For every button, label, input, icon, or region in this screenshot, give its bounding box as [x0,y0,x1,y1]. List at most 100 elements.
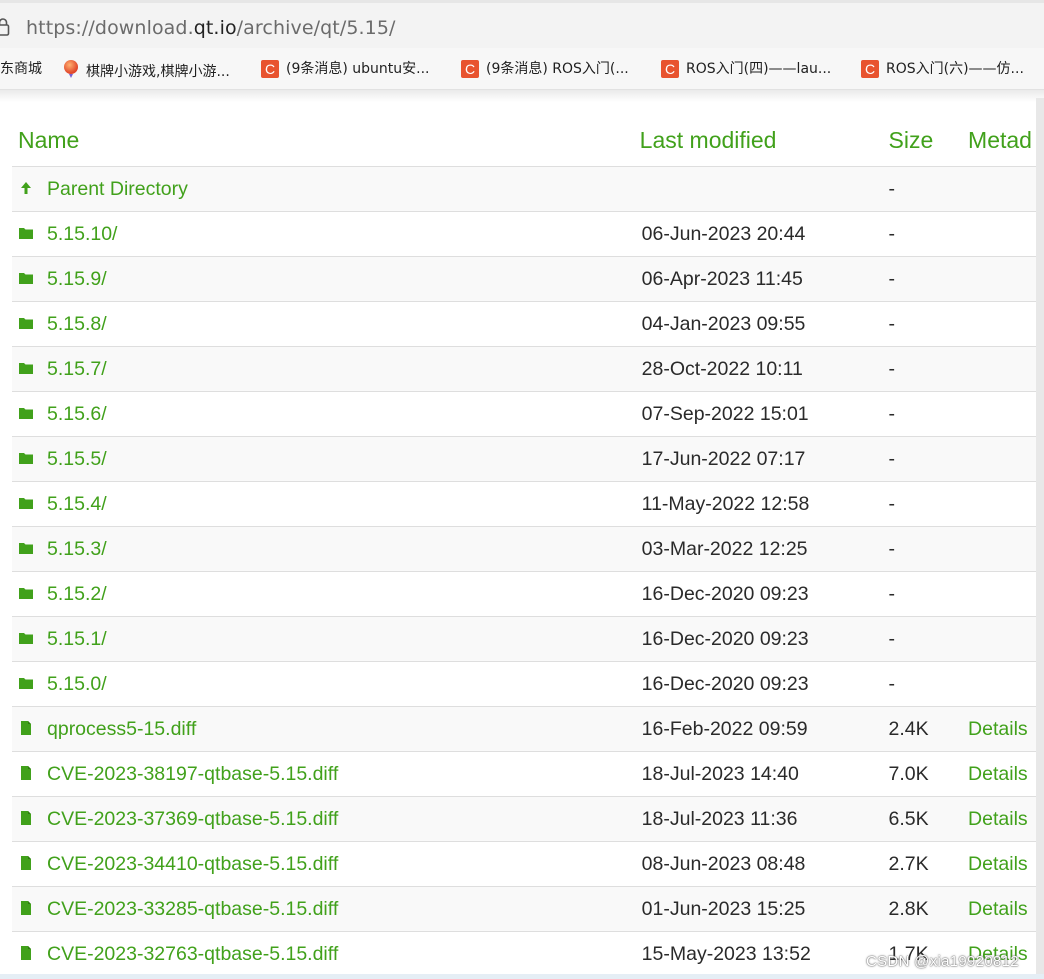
bookmark-item[interactable]: 东商城 [0,59,42,79]
entry-link[interactable]: 5.15.4/ [47,493,107,515]
details-link[interactable]: Details [968,808,1028,830]
cell-size: - [888,526,969,572]
cell-name: qprocess5-15.diff [12,706,640,752]
table-row: 5.15.8/04-Jan-2023 09:55- [12,301,1036,347]
bookmark-label: (9条消息) ubuntu安... [286,61,430,77]
bookmark-item[interactable]: C (9条消息) ubuntu安... [261,59,430,79]
table-row: 5.15.0/16-Dec-2020 09:23- [12,661,1036,707]
cell-last-modified: 06-Jun-2023 20:44 [639,211,889,257]
column-header-name[interactable]: Name [12,115,640,167]
bookmark-label: (9条消息) ROS入门(... [486,61,629,77]
page-top-shade [0,90,1044,102]
address-bar[interactable]: https://download.qt.io/archive/qt/5.15/ [0,0,1044,48]
bookmark-item[interactable]: 棋牌小游戏,棋牌小游... [62,59,230,80]
table-row: 5.15.2/16-Dec-2020 09:23- [12,571,1036,617]
cell-name: CVE-2023-32763-qtbase-5.15.diff [12,931,640,977]
url-host: qt.io [193,17,237,39]
csdn-icon: C [461,60,479,78]
cell-metadata: Details [968,886,1036,932]
cell-name: CVE-2023-37369-qtbase-5.15.diff [12,796,640,842]
file-icon [18,898,47,920]
cell-metadata [968,391,1036,437]
bookmark-item[interactable]: C (9条消息) ROS入门(... [461,59,629,79]
cell-metadata: Details [968,706,1036,752]
cell-name: CVE-2023-38197-qtbase-5.15.diff [12,751,640,797]
entry-link[interactable]: CVE-2023-38197-qtbase-5.15.diff [47,763,338,785]
cell-name: 5.15.5/ [12,436,640,482]
vertical-scrollbar[interactable] [1036,98,1044,979]
entry-link[interactable]: 5.15.1/ [47,628,107,650]
cell-name: Parent Directory [12,166,640,212]
url-path: /archive/qt/5.15/ [236,17,396,39]
table-row: 5.15.3/03-Mar-2022 12:25- [12,526,1036,572]
url-text[interactable]: https://download.qt.io/archive/qt/5.15/ [26,17,396,39]
details-link[interactable]: Details [968,718,1028,740]
cell-metadata [968,256,1036,302]
cell-last-modified: 11-May-2022 12:58 [639,481,889,527]
cell-last-modified: 07-Sep-2022 15:01 [639,391,889,437]
folder-icon [18,358,47,380]
column-header-size[interactable]: Size [888,115,969,167]
cell-last-modified: 08-Jun-2023 08:48 [639,841,889,887]
cell-last-modified: 28-Oct-2022 10:11 [639,346,889,392]
cell-metadata: Details [968,841,1036,887]
bookmark-item[interactable]: C ROS入门(六)——仿... [861,59,1024,79]
entry-link[interactable]: 5.15.0/ [47,673,107,695]
cell-last-modified: 16-Dec-2020 09:23 [639,571,889,617]
bookmark-label: 东商城 [0,61,42,77]
cell-name: CVE-2023-34410-qtbase-5.15.diff [12,841,640,887]
entry-link[interactable]: 5.15.7/ [47,358,107,380]
cell-name: 5.15.7/ [12,346,640,392]
lock-icon[interactable] [0,17,10,42]
column-header-last-modified[interactable]: Last modified [639,115,889,167]
bookmarks-bar: 东商城 棋牌小游戏,棋牌小游... C (9条消息) ubuntu安... C (9… [0,48,1044,90]
cell-last-modified: 18-Jul-2023 14:40 [639,751,889,797]
entry-link[interactable]: 5.15.9/ [47,268,107,290]
cell-size: - [888,616,969,662]
cell-last-modified: 04-Jan-2023 09:55 [639,301,889,347]
entry-link[interactable]: 5.15.5/ [47,448,107,470]
entry-link[interactable]: qprocess5-15.diff [47,718,196,740]
details-link[interactable]: Details [968,763,1028,785]
arrow-up-icon [18,178,47,200]
cell-metadata [968,616,1036,662]
entry-link[interactable]: 5.15.8/ [47,313,107,335]
details-link[interactable]: Details [968,853,1028,875]
file-icon [18,718,47,740]
entry-link[interactable]: CVE-2023-32763-qtbase-5.15.diff [47,943,338,965]
folder-icon [18,268,47,290]
cell-last-modified [639,166,889,212]
cell-last-modified: 15-May-2023 13:52 [639,931,889,977]
column-header-metadata[interactable]: Metad [968,115,1036,167]
entry-link[interactable]: CVE-2023-33285-qtbase-5.15.diff [47,898,338,920]
entry-link[interactable]: Parent Directory [47,178,188,200]
file-icon [18,853,47,875]
cell-size: 7.0K [888,751,969,797]
entry-link[interactable]: CVE-2023-37369-qtbase-5.15.diff [47,808,338,830]
file-icon [18,943,47,965]
cell-size: - [888,166,969,212]
table-row: 5.15.7/28-Oct-2022 10:11- [12,346,1036,392]
cell-metadata [968,211,1036,257]
cell-metadata [968,166,1036,212]
cell-name: 5.15.2/ [12,571,640,617]
csdn-icon: C [861,60,879,78]
table-header-row: Name Last modified Size Metad [12,115,1036,167]
folder-icon [18,628,47,650]
cell-last-modified: 16-Dec-2020 09:23 [639,661,889,707]
cell-name: 5.15.1/ [12,616,640,662]
cell-name: 5.15.9/ [12,256,640,302]
entry-link[interactable]: 5.15.2/ [47,583,107,605]
entry-link[interactable]: CVE-2023-34410-qtbase-5.15.diff [47,853,338,875]
details-link[interactable]: Details [968,898,1028,920]
cell-metadata: Details [968,796,1036,842]
bookmark-item[interactable]: C ROS入门(四)——lau... [661,59,831,79]
cell-metadata: Details [968,751,1036,797]
cell-size: - [888,211,969,257]
cell-metadata [968,346,1036,392]
cell-name: CVE-2023-33285-qtbase-5.15.diff [12,886,640,932]
entry-link[interactable]: 5.15.10/ [47,223,117,245]
entry-link[interactable]: 5.15.6/ [47,403,107,425]
entry-link[interactable]: 5.15.3/ [47,538,107,560]
cell-metadata [968,481,1036,527]
